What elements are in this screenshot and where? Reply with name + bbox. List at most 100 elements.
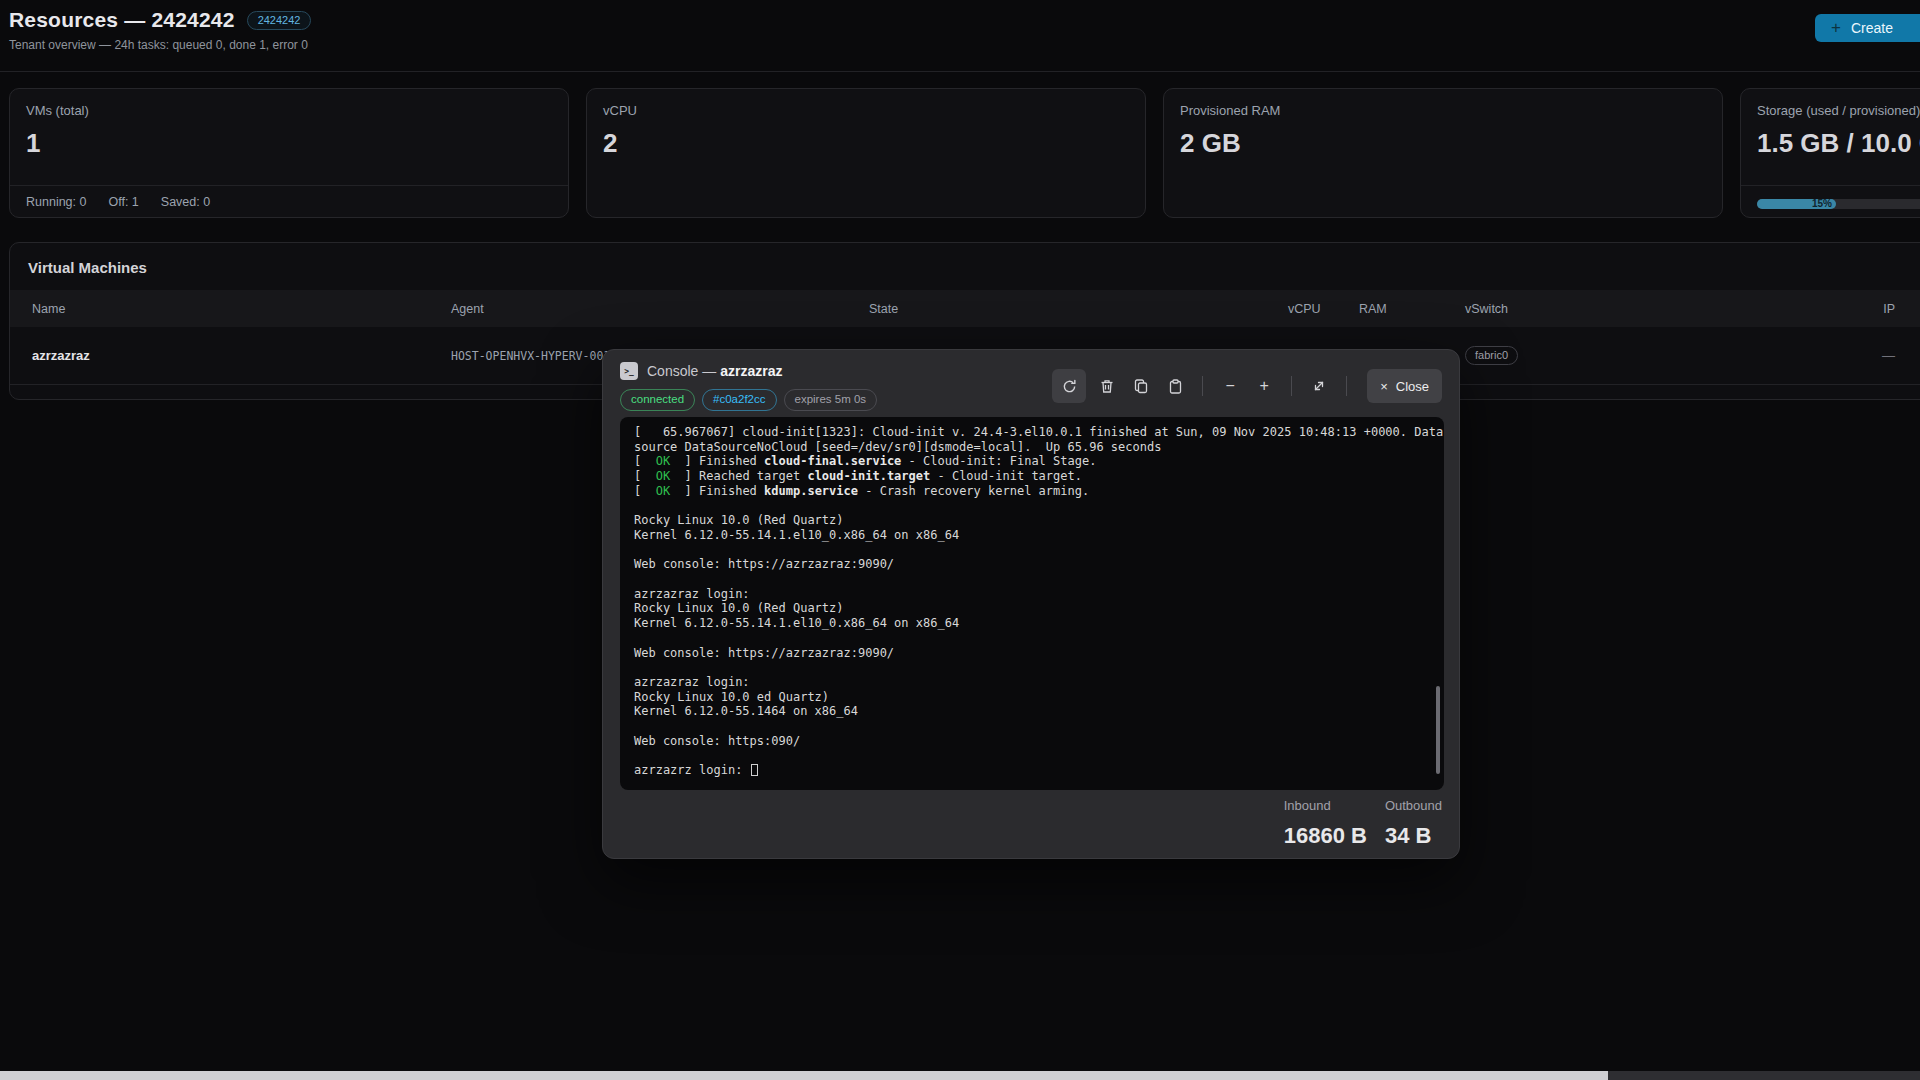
terminal-line: Web console: https://azrzazraz:9090/ — [634, 646, 1430, 661]
running-count: Running: 0 — [26, 195, 86, 209]
console-badges: connected #c0a2f2cc expires 5m 0s — [620, 389, 877, 411]
terminal-line: Rocky Linux 10.0 (Red Quartz) — [634, 513, 1430, 528]
page-subtitle: Tenant overview — 24h tasks: queued 0, d… — [9, 38, 1920, 52]
console-toolbar: − + × Close — [1052, 369, 1442, 403]
storage-progress-label: 15% — [1812, 198, 1832, 209]
off-count: Off: 1 — [108, 195, 138, 209]
outbound-label: Outbound — [1385, 798, 1442, 813]
table-header: Name Agent State vCPU RAM vSwitch IP — [10, 290, 1920, 327]
expires-badge: expires 5m 0s — [784, 389, 878, 411]
page-content: Resources — 2424242 2424242 Tenant overv… — [0, 0, 1920, 52]
console-modal: >_ Console — azrzazraz connected #c0a2f2… — [602, 349, 1460, 859]
horizontal-scrollbar-thumb[interactable] — [0, 1071, 1608, 1080]
vm-ip: — — [1833, 348, 1895, 363]
plus-icon: + — [1831, 18, 1841, 38]
clipboard-icon — [1169, 379, 1182, 394]
terminal-line: Rocky Linux 10.0 ed Quartz) — [634, 690, 1430, 705]
horizontal-scrollbar[interactable] — [0, 1071, 1920, 1080]
plus-icon: + — [1259, 377, 1268, 395]
vm-vswitch: fabric0 — [1409, 346, 1833, 365]
console-title-prefix: Console — — [647, 363, 720, 379]
terminal-cursor — [751, 764, 758, 776]
terminal-line: Kernel 6.12.0-55.1464 on x86_64 — [634, 704, 1430, 719]
terminal-line: azrzazrz login: — [634, 763, 1430, 778]
stat-value: 2 — [603, 128, 1129, 159]
terminal-line: [ OK ] Finished cloud-final.service - Cl… — [634, 454, 1430, 469]
fullscreen-button[interactable] — [1302, 369, 1336, 403]
refresh-icon — [1062, 379, 1077, 394]
terminal-line: Rocky Linux 10.0 (Red Quartz) — [634, 601, 1430, 616]
stat-card-vms: VMs (total) 1 Running: 0 Off: 1 Saved: 0 — [9, 88, 569, 218]
stat-label: vCPU — [603, 103, 1129, 118]
terminal-line — [634, 499, 1430, 514]
page-header: Resources — 2424242 2424242 Tenant overv… — [0, 0, 1920, 52]
console-terminal[interactable]: [ 65.967067] cloud-init[1323]: Cloud-ini… — [620, 417, 1444, 790]
terminal-line — [634, 543, 1430, 558]
console-title: Console — azrzazraz — [647, 363, 782, 379]
console-title-vm: azrzazraz — [720, 363, 782, 379]
terminal-line: Web console: https:090/ — [634, 734, 1430, 749]
session-id-badge: #c0a2f2cc — [702, 389, 776, 411]
terminal-line: [ OK ] Finished kdump.service - Crash re… — [634, 484, 1430, 499]
create-button-label: Create — [1851, 20, 1893, 36]
col-ram: RAM — [1323, 302, 1409, 316]
toolbar-separator — [1291, 376, 1292, 396]
terminal-line — [634, 631, 1430, 646]
inbound-stat: Inbound 16860 B — [1284, 798, 1367, 849]
minus-icon: − — [1225, 377, 1234, 395]
stat-value: 2 GB — [1180, 128, 1706, 159]
vm-state-counts: Running: 0 Off: 1 Saved: 0 — [26, 195, 210, 209]
terminal-line: Kernel 6.12.0-55.14.1.el10_0.x86_64 on x… — [634, 528, 1430, 543]
terminal-line: source DataSourceNoCloud [seed=/dev/sr0]… — [634, 440, 1430, 455]
card-divider — [1741, 185, 1920, 186]
vswitch-badge: fabric0 — [1465, 346, 1518, 365]
console-header: >_ Console — azrzazraz connected #c0a2f2… — [603, 350, 1459, 411]
zoom-out-button[interactable]: − — [1213, 369, 1247, 403]
stat-card-ram: Provisioned RAM 2 GB — [1163, 88, 1723, 218]
storage-progress-fill: 15% — [1757, 199, 1836, 209]
zoom-in-button[interactable]: + — [1247, 369, 1281, 403]
stat-label: Provisioned RAM — [1180, 103, 1706, 118]
panel-title: Virtual Machines — [10, 243, 1920, 276]
terminal-line: Kernel 6.12.0-55.14.1.el10_0.x86_64 on x… — [634, 616, 1430, 631]
paste-button[interactable] — [1158, 369, 1192, 403]
col-name: Name — [10, 302, 430, 316]
inbound-value: 16860 B — [1284, 823, 1367, 849]
stat-card-vcpu: vCPU 2 — [586, 88, 1146, 218]
inbound-label: Inbound — [1284, 798, 1367, 813]
close-button[interactable]: × Close — [1367, 369, 1442, 403]
tenant-badge: 2424242 — [247, 11, 312, 30]
stat-label: VMs (total) — [26, 103, 552, 118]
stat-value: 1 — [26, 128, 552, 159]
refresh-button[interactable] — [1052, 369, 1086, 403]
create-button[interactable]: + Create — [1815, 14, 1920, 42]
storage-progress-track: 15% — [1757, 199, 1920, 209]
card-divider — [10, 185, 568, 186]
col-vswitch: vSwitch — [1409, 302, 1833, 316]
copy-icon — [1134, 379, 1148, 394]
delete-button[interactable] — [1090, 369, 1124, 403]
toolbar-separator — [1202, 376, 1203, 396]
col-vcpu: vCPU — [1243, 302, 1323, 316]
terminal-line: [ 65.967067] cloud-init[1323]: Cloud-ini… — [634, 425, 1430, 440]
terminal-icon: >_ — [620, 362, 638, 380]
outbound-stat: Outbound 34 B — [1385, 798, 1442, 849]
terminal-line: azrzazraz login: — [634, 587, 1430, 602]
terminal-line — [634, 572, 1430, 587]
col-ip: IP — [1833, 302, 1895, 316]
stat-cards: VMs (total) 1 Running: 0 Off: 1 Saved: 0… — [9, 88, 1920, 218]
terminal-line: Web console: https://azrzazraz:9090/ — [634, 557, 1430, 572]
expand-icon — [1312, 379, 1326, 393]
toolbar-separator — [1346, 376, 1347, 396]
col-agent: Agent — [430, 302, 848, 316]
vm-name: azrzazraz — [10, 348, 430, 363]
stat-card-storage: Storage (used / provisioned) 1.5 GB / 10… — [1740, 88, 1920, 218]
terminal-line — [634, 719, 1430, 734]
page-title: Resources — 2424242 — [9, 8, 235, 32]
terminal-scrollbar[interactable] — [1436, 686, 1440, 774]
saved-count: Saved: 0 — [161, 195, 210, 209]
trash-icon — [1100, 379, 1114, 394]
terminal-line: azrzazraz login: — [634, 675, 1430, 690]
terminal-line — [634, 748, 1430, 763]
copy-button[interactable] — [1124, 369, 1158, 403]
